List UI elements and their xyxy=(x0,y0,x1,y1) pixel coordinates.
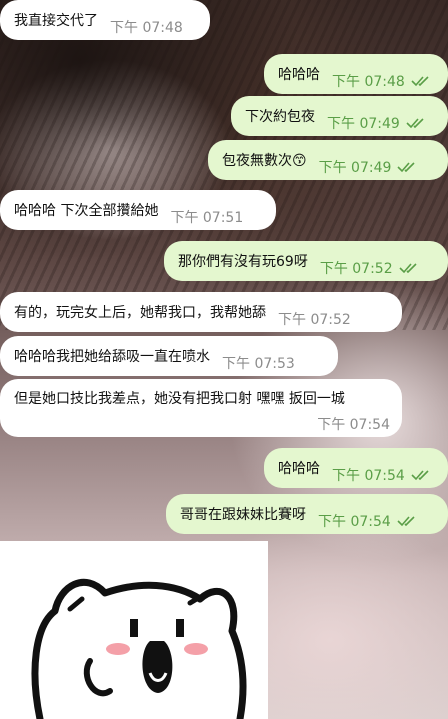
message-bubble-3[interactable]: 下次約包夜 下午 07:49 xyxy=(231,96,448,136)
read-ticks-icon xyxy=(406,118,424,129)
read-ticks-icon xyxy=(399,263,417,274)
message-time: 下午 07:52 xyxy=(319,261,393,277)
message-text: 那你們有沒有玩69呀 xyxy=(178,254,308,270)
message-bubble-2[interactable]: 哈哈哈 下午 07:48 xyxy=(264,54,448,94)
message-time: 下午 07:53 xyxy=(222,356,295,372)
message-text: 有的，玩完女上后，她帮我口，我帮她舔 xyxy=(14,305,266,321)
message-text: 我直接交代了 xyxy=(14,13,98,29)
message-time: 下午 07:54 xyxy=(318,514,391,530)
message-text: 但是她口技比我差点，她没有把我口射 嘿嘿 扳回一城 xyxy=(14,391,345,407)
read-ticks-icon xyxy=(411,76,429,87)
cartoon-cat-sticker-icon xyxy=(31,578,247,719)
message-bubble-6[interactable]: 那你們有沒有玩69呀 下午 07:52 xyxy=(164,241,448,281)
read-ticks-icon xyxy=(397,162,415,173)
message-bubble-7[interactable]: 有的，玩完女上后，她帮我口，我帮她舔 下午 07:52 xyxy=(0,292,402,332)
message-time: 下午 07:49 xyxy=(318,160,392,176)
read-ticks-icon xyxy=(411,470,429,481)
message-bubble-5[interactable]: 哈哈哈 下次全部攢給她 下午 07:51 xyxy=(0,190,276,230)
message-bubble-1[interactable]: 我直接交代了 下午 07:48 xyxy=(0,0,210,40)
message-bubble-11[interactable]: 哥哥在跟妹妹比賽呀 下午 07:54 xyxy=(166,494,448,534)
message-time: 下午 07:49 xyxy=(327,116,400,132)
message-time: 下午 07:54 xyxy=(332,468,405,484)
message-bubble-10[interactable]: 哈哈哈 下午 07:54 xyxy=(264,448,448,488)
message-bubble-4[interactable]: 包夜無數次😙 下午 07:49 xyxy=(208,140,448,180)
message-bubble-8[interactable]: 哈哈哈我把她给舔吸一直在喷水 下午 07:53 xyxy=(0,336,338,376)
message-bubble-9[interactable]: 但是她口技比我差点，她没有把我口射 嘿嘿 扳回一城 下午 07:54 xyxy=(0,379,402,437)
message-text: 哈哈哈 xyxy=(278,461,320,477)
message-time: 下午 07:51 xyxy=(170,210,244,226)
message-time: 下午 07:52 xyxy=(278,312,351,328)
message-text: 哈哈哈 下次全部攢給她 xyxy=(14,203,159,219)
message-text: 哥哥在跟妹妹比賽呀 xyxy=(180,507,306,523)
message-text: 下次約包夜 xyxy=(245,109,315,125)
message-time: 下午 07:54 xyxy=(317,416,390,433)
message-text: 包夜無數次😙 xyxy=(222,153,307,169)
cat-sticker[interactable] xyxy=(0,541,268,719)
message-text: 哈哈哈我把她给舔吸一直在喷水 xyxy=(14,349,210,365)
message-time: 下午 07:48 xyxy=(332,74,405,90)
message-time: 下午 07:48 xyxy=(110,20,183,36)
read-ticks-icon xyxy=(397,516,415,527)
message-text: 哈哈哈 xyxy=(278,67,320,83)
